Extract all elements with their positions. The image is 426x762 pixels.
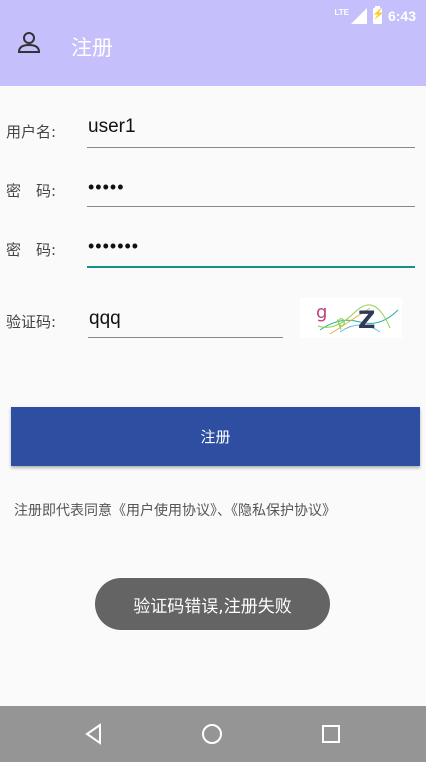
confirm-password-value: •••••••: [88, 236, 140, 256]
password-underline: [87, 206, 415, 207]
captcha-input[interactable]: qqq: [88, 303, 283, 338]
captcha-image[interactable]: g p Z: [300, 298, 402, 338]
back-triangle-icon: [85, 723, 101, 745]
back-button[interactable]: [80, 720, 108, 748]
home-circle-icon: [202, 724, 222, 744]
captcha-value: qqq: [89, 308, 121, 329]
username-value: user1: [88, 116, 136, 137]
user-icon: [17, 32, 41, 53]
battery-icon: [372, 6, 384, 24]
captcha-underline: [88, 337, 283, 338]
password-field[interactable]: •••••: [87, 171, 415, 207]
username-field[interactable]: user1: [87, 112, 415, 148]
confirm-password-label: 密 码:: [6, 241, 57, 259]
confirm-password-underline: [87, 266, 415, 268]
navigation-bar: [0, 706, 426, 762]
network-type: LTE: [334, 7, 349, 17]
home-button[interactable]: [198, 720, 226, 748]
agreement-text[interactable]: 注册即代表同意《用户使用协议》、《隐私保护协议》: [14, 500, 336, 520]
error-toast: 验证码错误,注册失败: [95, 578, 330, 630]
status-time: 6:43: [387, 8, 416, 24]
status-icons: LTE 6:43: [334, 6, 416, 24]
app-bar: 注册: [0, 32, 426, 86]
register-button[interactable]: 注册: [11, 407, 420, 466]
password-value: •••••: [88, 177, 125, 197]
username-underline: [87, 147, 415, 148]
status-bar: LTE 6:43: [0, 0, 426, 34]
signal-icon: [350, 8, 367, 24]
page-title: 注册: [71, 36, 113, 60]
password-label: 密 码:: [6, 182, 57, 200]
recents-square-icon: [322, 725, 340, 743]
recents-button[interactable]: [317, 720, 345, 748]
svg-text:g: g: [316, 302, 327, 323]
username-label: 用户名:: [6, 123, 57, 141]
svg-text:Z: Z: [358, 306, 375, 334]
captcha-label: 验证码:: [6, 313, 57, 331]
confirm-password-field[interactable]: •••••••: [87, 232, 415, 268]
